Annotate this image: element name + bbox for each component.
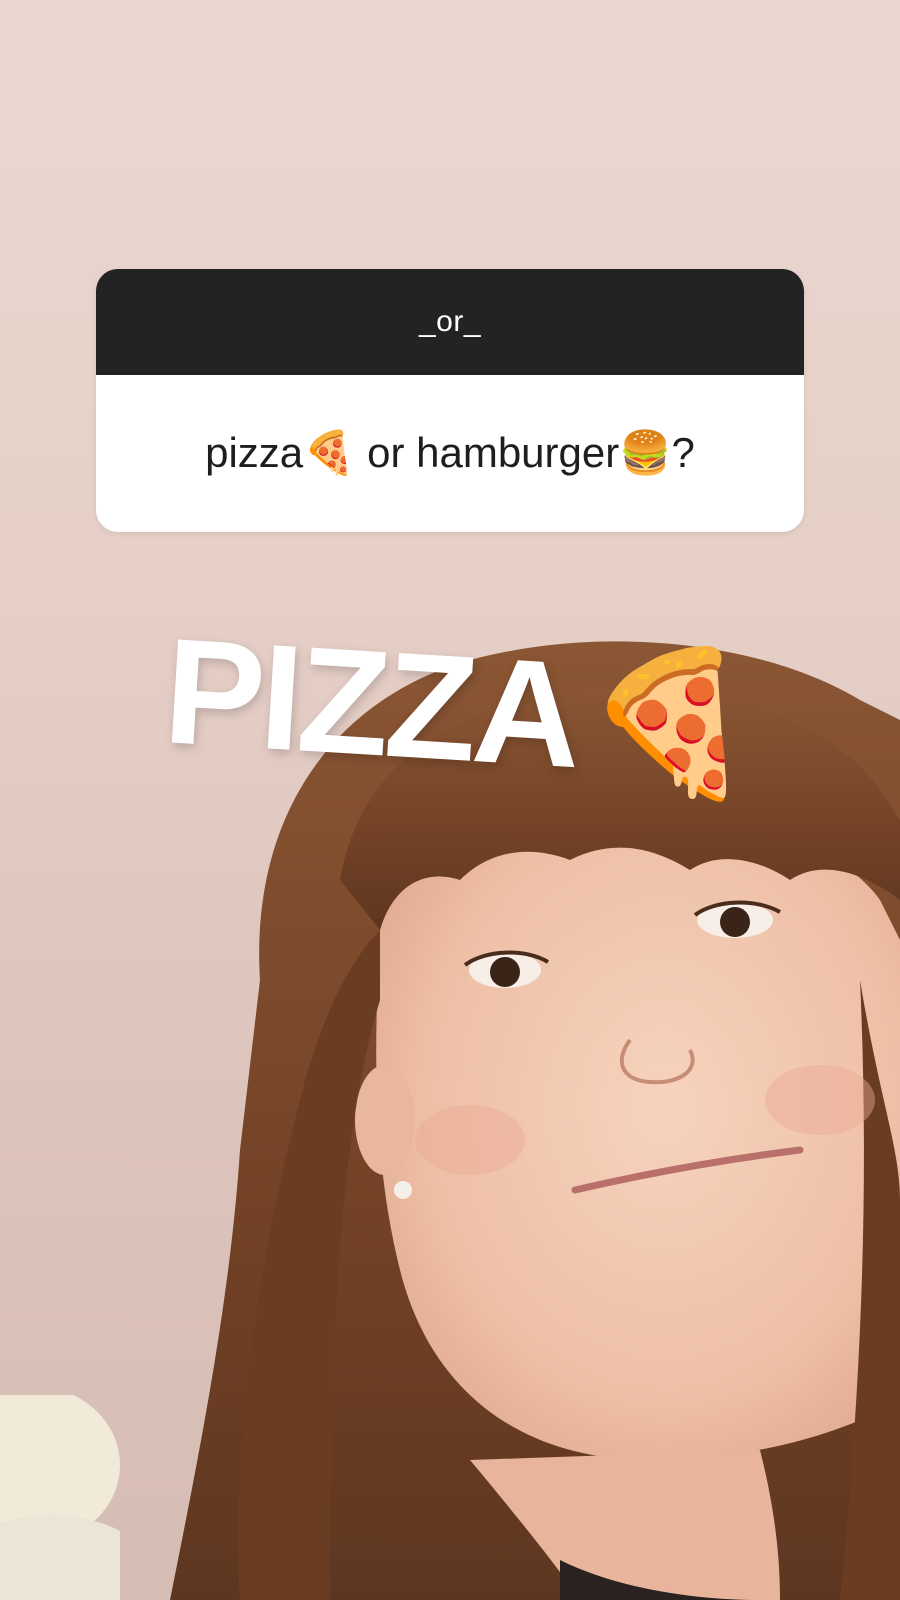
question-text: pizza🍕 or hamburger🍔? xyxy=(96,375,804,532)
question-sticker[interactable]: _or_ pizza🍕 or hamburger🍔? xyxy=(96,269,804,532)
answer-overlay: PIZZA 🍕 xyxy=(159,590,870,832)
plush-toy xyxy=(0,1395,120,1600)
answer-text: PIZZA xyxy=(159,605,583,799)
story-canvas: _or_ pizza🍕 or hamburger🍔? PIZZA 🍕 xyxy=(0,0,900,1600)
pizza-icon: 🍕 xyxy=(578,636,763,805)
question-header: _or_ xyxy=(96,269,804,375)
